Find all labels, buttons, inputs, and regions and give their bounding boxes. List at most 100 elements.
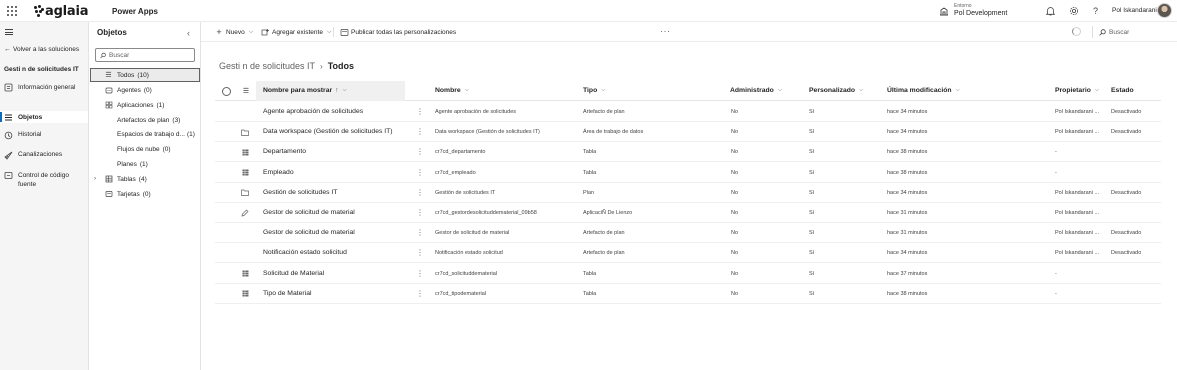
command-search-input[interactable] <box>1109 28 1169 36</box>
table-row[interactable]: Tipo de Material ⋮ cr7cd_tipodematerial Tab… <box>215 284 1161 304</box>
row-more-actions-icon[interactable]: ⋮ <box>416 208 424 217</box>
column-header-customized[interactable]: Personalizado ⌵ <box>809 87 863 94</box>
brand-mark-icon <box>34 5 44 17</box>
objects-search-input[interactable] <box>109 51 194 59</box>
back-to-solutions-link[interactable]: ← Volver a las soluciones <box>4 46 79 53</box>
row-more-actions-icon[interactable]: ⋮ <box>416 107 424 116</box>
nav-item-source-control[interactable]: Control de código fuente <box>0 171 88 189</box>
row-display-name[interactable]: Data workspace (Gestión de solicitudes I… <box>263 128 393 135</box>
row-more-actions-icon[interactable]: ⋮ <box>416 188 424 197</box>
row-display-name[interactable]: Agente aprobación de solicitudes <box>263 108 363 115</box>
row-more-actions-icon[interactable]: ⋮ <box>416 127 424 136</box>
table-icon <box>241 270 249 278</box>
nav-item-objects[interactable]: Objetos <box>0 111 88 123</box>
row-display-name[interactable]: Solicitud de Material <box>263 270 324 277</box>
environment-name[interactable]: Pol Development <box>954 10 1007 17</box>
column-header-status[interactable]: Estado <box>1111 87 1134 94</box>
avatar[interactable] <box>1157 3 1172 18</box>
card-icon <box>104 190 113 199</box>
table-row[interactable]: Gestor de solicitud de material ⋮ Gestor d… <box>215 223 1161 244</box>
cell-type: Tabla <box>583 290 597 297</box>
left-navigation: ← Volver a las soluciones Gesti n de sol… <box>0 22 89 370</box>
object-type-tables[interactable]: › Tablas (4) <box>90 172 200 186</box>
app-name[interactable]: Power Apps <box>112 7 158 16</box>
column-header-modified[interactable]: Última modificación ⌵ <box>887 87 960 94</box>
column-header-display-name[interactable]: Nombre para mostrar ↑ ⌵ <box>263 87 347 94</box>
table-row[interactable]: Data workspace (Gestión de solicitudes I… <box>215 122 1161 143</box>
gear-icon[interactable] <box>1068 5 1079 16</box>
row-more-actions-icon[interactable]: ⋮ <box>416 269 424 278</box>
object-type-cards[interactable]: Tarjetas (0) <box>90 187 200 201</box>
column-header-owner[interactable]: Propietario ⌵ <box>1055 87 1099 94</box>
table-row[interactable]: Gestor de solicitud de material ⋮ cr7cd_ge… <box>215 203 1161 223</box>
object-type-apps[interactable]: Aplicaciones (1) <box>90 98 200 112</box>
chevron-left-icon[interactable]: ‹ <box>187 28 190 38</box>
select-all-radio[interactable] <box>222 87 231 96</box>
column-header-label: Estado <box>1111 87 1134 94</box>
plan-icon <box>104 160 113 169</box>
row-display-name[interactable]: Gestor de solicitud de material <box>263 229 355 236</box>
row-more-actions-icon[interactable]: ⋮ <box>416 147 424 156</box>
table-row[interactable]: Departamento ⋮ cr7cd_departamento Tabla No Sí… <box>215 142 1161 163</box>
cell-name: cr7cd_gestordesolicituddematerial_09b58 <box>435 210 537 216</box>
help-icon[interactable]: ? <box>1090 5 1101 16</box>
brand-logo[interactable]: aglaia <box>34 3 89 19</box>
table-row[interactable]: Agente aprobación de solicitudes ⋮ Agente … <box>215 102 1161 122</box>
row-display-name[interactable]: Gestión de solicitudes IT <box>263 189 337 196</box>
environment-icon[interactable] <box>939 6 949 16</box>
object-type-all[interactable]: ☰ Todos (10) <box>90 68 200 82</box>
nav-item-label: Información general <box>18 84 76 91</box>
row-more-actions-icon[interactable]: ⋮ <box>416 168 424 177</box>
add-existing-button[interactable]: Agregar existente ⌵ <box>260 27 332 37</box>
cell-type: Artefacto de plan <box>583 250 625 257</box>
chevron-right-icon: › <box>320 61 323 71</box>
cell-managed: No <box>731 149 739 156</box>
row-display-name[interactable]: Empleado <box>263 169 294 176</box>
row-more-actions-icon[interactable]: ⋮ <box>416 248 424 257</box>
more-options-icon[interactable]: ··· <box>660 26 671 36</box>
chevron-down-icon: ⌵ <box>326 28 332 35</box>
nav-item-history[interactable]: Historial <box>0 131 88 140</box>
row-display-name[interactable]: Tipo de Material <box>263 290 311 297</box>
object-type-plans[interactable]: Planes (1) <box>90 157 200 171</box>
app-launcher-icon[interactable] <box>7 6 17 16</box>
cell-type: Plan <box>583 189 595 196</box>
row-display-name[interactable]: Departamento <box>263 148 306 155</box>
agent-icon <box>104 86 113 95</box>
object-type-label: Agentes <box>117 86 141 94</box>
publish-all-button[interactable]: Publicar todas las personalizaciones <box>339 27 456 37</box>
bell-icon[interactable] <box>1045 5 1056 16</box>
object-type-label: Espacios de trabajo d... <box>117 130 185 138</box>
nav-item-pipelines[interactable]: Canalizaciones <box>0 151 88 160</box>
list-icon: ☰ <box>105 72 112 79</box>
object-type-plan-artifacts[interactable]: Artefactos de plan (3) <box>90 113 200 127</box>
object-type-cloud-flows[interactable]: Flujos de nube (0) <box>90 142 200 156</box>
table-row[interactable]: Empleado ⋮ cr7cd_empleado Tabla No Sí hace 38 … <box>215 163 1161 183</box>
hamburger-icon[interactable] <box>5 29 13 35</box>
object-type-agents[interactable]: Agentes (0) <box>90 83 200 97</box>
new-button[interactable]: + Nuevo ⌵ <box>214 27 253 37</box>
column-header-managed[interactable]: Administrado ⌵ <box>730 87 782 94</box>
back-link-label: Volver a las soluciones <box>13 46 80 53</box>
user-name[interactable]: Pol Iskandarani <box>1112 7 1157 14</box>
table-row[interactable]: Notificación estado solicitud ⋮ Notificaci… <box>215 243 1161 264</box>
row-display-name[interactable]: Notificación estado solicitud <box>263 249 347 256</box>
breadcrumb-parent[interactable]: Gesti n de solicitudes IT <box>219 61 315 71</box>
row-more-actions-icon[interactable]: ⋮ <box>416 228 424 237</box>
cell-type: AplicaciÑ De Lienzo <box>583 210 633 216</box>
cell-name: cr7cd_tipodematerial <box>435 290 487 297</box>
table-row[interactable]: Solicitud de Material ⋮ cr7cd_solicituddem… <box>215 264 1161 284</box>
grid-header: ☰ Nombre para mostrar ↑ ⌵ Nombre ⌵ Tipo … <box>215 81 1161 101</box>
row-more-actions-icon[interactable]: ⋮ <box>416 289 424 298</box>
column-header-name[interactable]: Nombre ⌵ <box>435 87 469 94</box>
object-type-workspaces[interactable]: Espacios de trabajo d... (1) <box>90 127 200 141</box>
chevron-right-icon[interactable]: › <box>94 176 96 182</box>
cell-name: Notificación estado solicitud <box>435 250 503 257</box>
row-display-name[interactable]: Gestor de solicitud de material <box>263 209 355 216</box>
nav-item-overview[interactable]: Información general <box>0 83 88 92</box>
column-header-type[interactable]: Tipo ⌵ <box>583 87 605 94</box>
table-row[interactable]: Gestión de solicitudes IT ⋮ Gestión de sol… <box>215 183 1161 203</box>
command-search-box[interactable] <box>1092 26 1172 38</box>
publish-icon <box>339 27 349 37</box>
objects-search-box[interactable] <box>95 48 195 62</box>
